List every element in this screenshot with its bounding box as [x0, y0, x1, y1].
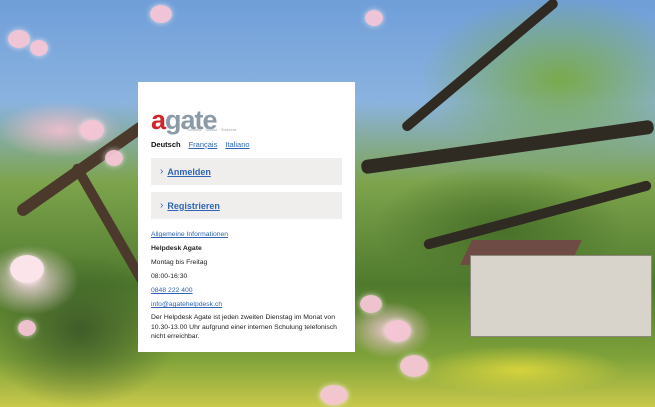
login-button[interactable]: › Anmelden: [151, 158, 342, 185]
chevron-right-icon: ›: [160, 166, 164, 177]
language-deutsch: Deutsch: [151, 140, 181, 149]
blossom: [360, 295, 382, 313]
blossom: [150, 5, 172, 23]
house: [470, 255, 652, 337]
register-button-label: Registrieren: [167, 200, 220, 211]
language-italiano-link[interactable]: Italiano: [225, 140, 249, 149]
login-button-label: Anmelden: [167, 166, 211, 177]
blossom: [400, 355, 428, 377]
logo-tagline: Schweiz · Suisse · Svizzera: [187, 127, 237, 132]
login-card: a gate Schweiz · Suisse · Svizzera Deutsc…: [138, 82, 355, 352]
helpdesk-email-link[interactable]: info@agatehelpdesk.ch: [151, 301, 222, 308]
blossom: [365, 10, 383, 26]
register-button[interactable]: › Registrieren: [151, 192, 342, 219]
helpdesk-days: Montag bis Freitag: [151, 259, 208, 266]
helpdesk-hours: 08:00-16:30: [151, 273, 188, 280]
agate-logo: a gate Schweiz · Suisse · Svizzera: [151, 94, 342, 134]
logo-letter-a: a: [151, 105, 166, 135]
language-francais-link[interactable]: Français: [189, 140, 218, 149]
general-info-link[interactable]: Allgemeine Informationen: [151, 231, 228, 238]
blossom: [18, 320, 36, 336]
helpdesk-phone-link[interactable]: 0848 222 400: [151, 287, 193, 294]
helpdesk-title: Helpdesk Agate: [151, 245, 202, 252]
blossom: [8, 30, 30, 48]
helpdesk-info: Allgemeine Informationen Helpdesk Agate …: [151, 228, 342, 312]
helpdesk-note: Der Helpdesk Agate ist jeden zweiten Die…: [151, 314, 337, 340]
blossom: [385, 320, 411, 342]
blossom: [30, 40, 48, 56]
blossom: [10, 255, 44, 283]
blossom: [80, 120, 104, 140]
blossom: [320, 385, 348, 405]
blossom: [105, 150, 123, 166]
language-switcher: Deutsch Français Italiano: [151, 140, 342, 149]
chevron-right-icon: ›: [160, 200, 164, 211]
